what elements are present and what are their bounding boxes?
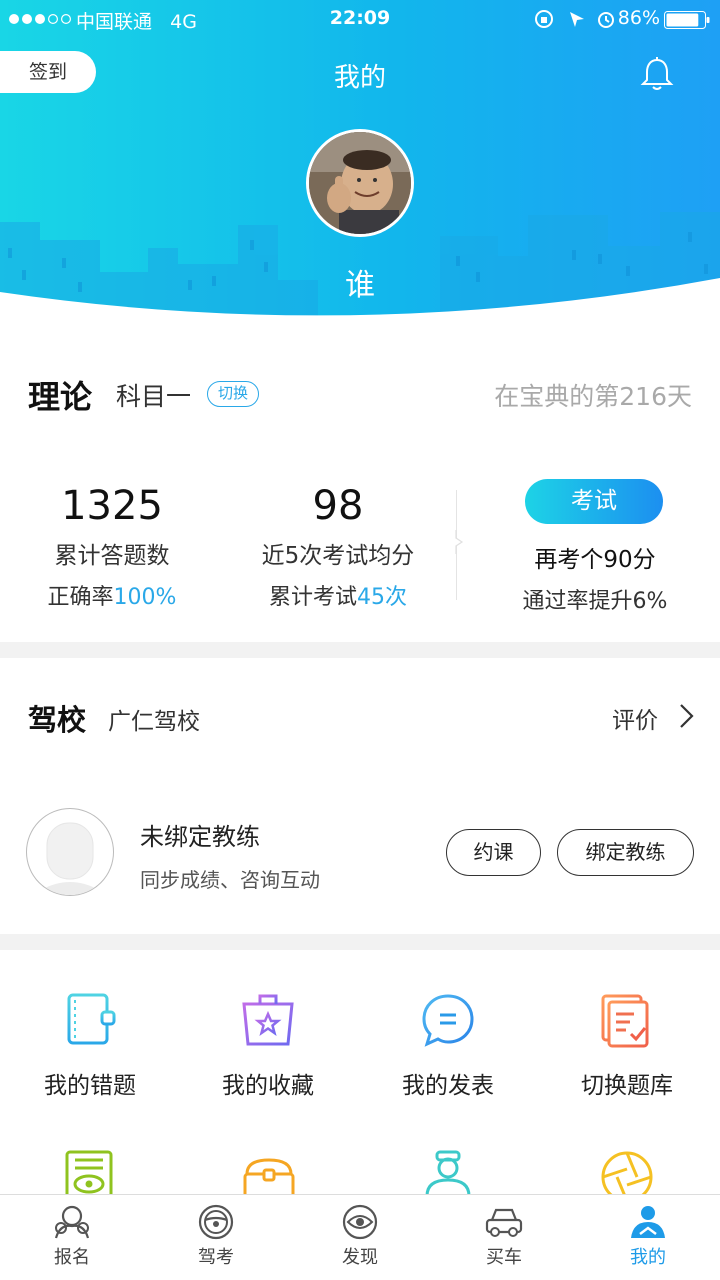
pass-rate-text: 通过率提升6% [522, 589, 668, 614]
steering-wheel-icon [198, 1204, 234, 1240]
user-avatar[interactable] [306, 129, 414, 237]
tab-label: 发现 [342, 1247, 378, 1268]
status-bar: 中国联通 4G 22:09 86% [0, 0, 720, 38]
coach-description: 同步成绩、咨询互动 [140, 868, 320, 892]
bind-coach-button[interactable]: 绑定教练 [557, 829, 694, 876]
tab-profile[interactable]: 我的 [576, 1195, 720, 1280]
theory-section-title: 理论 [28, 378, 93, 416]
eye-document-icon[interactable] [62, 1150, 116, 1196]
tab-buy-car[interactable]: 买车 [432, 1195, 576, 1280]
grid-label: 我的错题 [44, 1073, 136, 1099]
tab-label: 报名 [54, 1247, 90, 1268]
answered-count: 1325 [61, 483, 163, 529]
discover-icon [342, 1204, 378, 1240]
battery-icon [664, 11, 710, 29]
car-icon [485, 1208, 523, 1237]
switch-subject-button[interactable]: 切换 [207, 381, 259, 407]
my-posts-entry[interactable]: 我的发表 [358, 992, 538, 1100]
exam-goal-text: 再考个90分 [534, 547, 656, 573]
switch-question-bank-entry[interactable]: 切换题库 [537, 992, 717, 1100]
profile-header: 中国联通 4G 22:09 86% 签到 我的 谁 [0, 0, 720, 325]
average-score: 98 [312, 483, 364, 529]
bottom-tab-bar: 报名 驾考 发现 买车 我的 [0, 1194, 720, 1280]
chevron-right-icon[interactable] [678, 702, 696, 730]
notebook-icon [67, 993, 116, 1045]
exam-count-line: 累计考试45次 [268, 585, 407, 610]
review-link[interactable]: 评价 [612, 701, 658, 735]
tab-label: 驾考 [198, 1247, 234, 1268]
coach-avatar[interactable] [26, 808, 114, 896]
battery-percentage: 86% [617, 7, 660, 29]
answered-count-label: 累计答题数 [54, 543, 170, 569]
default-person-icon [33, 822, 107, 895]
answered-questions-stat[interactable]: 1325 累计答题数 正确率100% [22, 482, 202, 611]
avatar-photo [309, 132, 411, 234]
book-lesson-button[interactable]: 约课 [446, 829, 541, 876]
current-subject: 科目一 [116, 382, 192, 411]
chat-bubble-icon [422, 994, 474, 1047]
treasure-chest-icon[interactable] [241, 1156, 297, 1196]
average-score-label: 近5次考试均分 [261, 543, 415, 569]
accuracy-value: 100% [113, 585, 177, 610]
aperture-icon[interactable] [600, 1150, 654, 1196]
favorites-entry[interactable]: 我的收藏 [178, 992, 358, 1100]
grid-label: 我的发表 [402, 1073, 494, 1099]
star-bag-icon [242, 994, 294, 1046]
grid-label: 我的收藏 [222, 1073, 314, 1099]
question-bank-icon [601, 994, 649, 1048]
profile-icon [631, 1206, 665, 1238]
tab-discover[interactable]: 发现 [288, 1195, 432, 1280]
wrong-questions-entry[interactable]: 我的错题 [0, 992, 180, 1100]
tab-signup[interactable]: 报名 [0, 1195, 144, 1280]
tab-label: 我的 [630, 1247, 666, 1268]
accuracy-line: 正确率100% [47, 585, 177, 610]
driving-school-name[interactable]: 广仁驾校 [108, 702, 200, 736]
recent-exam-average-stat[interactable]: 98 近5次考试均分 累计考试45次 [238, 482, 438, 611]
exam-count-value: 45次 [357, 585, 407, 610]
username: 谁 [345, 268, 375, 303]
exam-encouragement: 再考个90分 通过率提升6% [495, 540, 695, 615]
tab-driving-test[interactable]: 驾考 [144, 1195, 288, 1280]
signup-icon [54, 1205, 90, 1239]
coach-person-icon[interactable] [421, 1150, 475, 1196]
tab-label: 买车 [486, 1247, 522, 1268]
notification-bell-icon[interactable] [638, 55, 676, 93]
section-separator [0, 934, 720, 950]
start-exam-button[interactable]: 考试 [525, 479, 663, 524]
days-in-app-label: 在宝典的第216天 [494, 382, 692, 411]
page-title: 我的 [333, 63, 386, 93]
chevron-right-icon [455, 530, 464, 554]
section-separator [0, 642, 720, 658]
status-indicators-icon [535, 10, 614, 28]
coach-name: 未绑定教练 [140, 823, 260, 851]
driving-school-title: 驾校 [28, 703, 87, 737]
grid-label: 切换题库 [581, 1073, 673, 1099]
